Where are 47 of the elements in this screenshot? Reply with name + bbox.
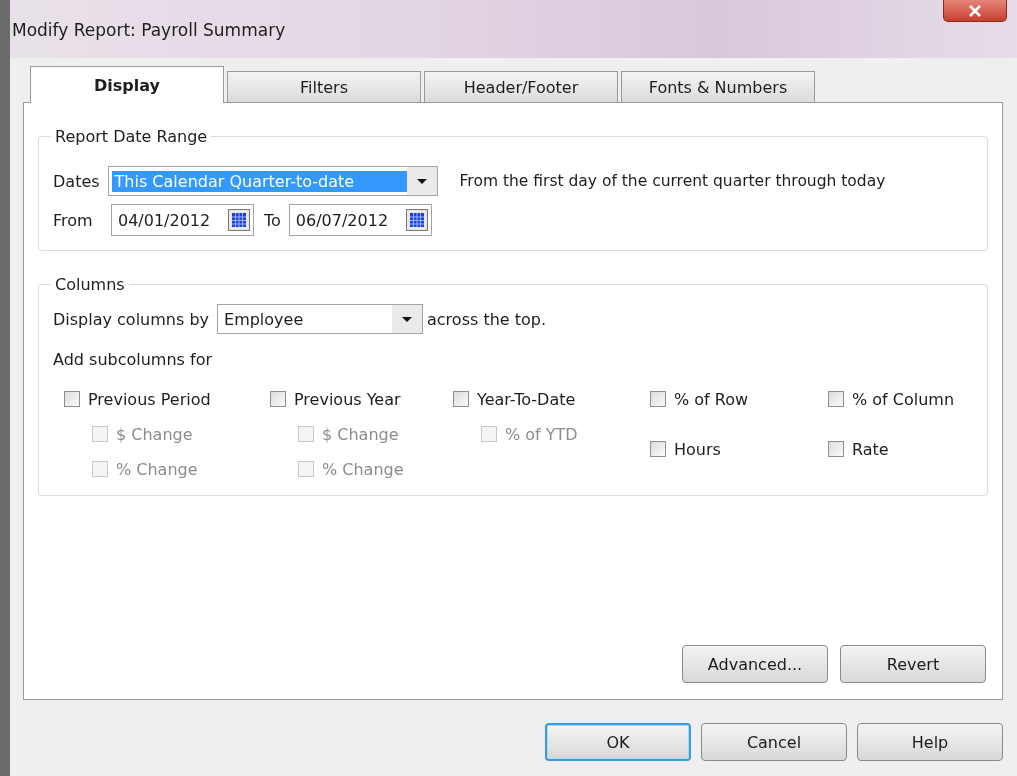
close-icon xyxy=(968,4,982,17)
checkbox-label: Previous Year xyxy=(294,389,401,409)
tab[interactable]: Fonts & Numbers xyxy=(621,71,815,102)
window-title: Modify Report: Payroll Summary xyxy=(12,20,286,40)
range-description: From the first day of the current quarter through today xyxy=(459,172,886,190)
dialog-button[interactable]: Help xyxy=(857,723,1003,761)
panel-button[interactable]: Advanced... xyxy=(682,645,828,683)
checkbox[interactable] xyxy=(64,391,80,407)
group-label: Columns xyxy=(54,275,126,294)
field-label: across the top. xyxy=(427,309,547,329)
tab[interactable]: Filters xyxy=(227,71,421,102)
field-label: From xyxy=(53,210,94,230)
checkbox[interactable] xyxy=(828,441,844,457)
dialog-button[interactable]: OK xyxy=(545,723,691,761)
close-button[interactable] xyxy=(943,0,1007,22)
tab[interactable]: Display xyxy=(30,66,224,103)
field-label: Dates xyxy=(53,171,100,191)
tab[interactable]: Header/Footer xyxy=(424,71,618,102)
field-label: To xyxy=(264,210,281,230)
date-field[interactable]: 06/07/2012 xyxy=(288,204,432,236)
checkbox[interactable] xyxy=(828,391,844,407)
checkbox-label: Year-To-Date xyxy=(477,389,576,409)
checkbox-label: % of YTD xyxy=(505,424,578,444)
checkbox-label: $ Change xyxy=(116,424,193,444)
section-label: Add subcolumns for xyxy=(53,350,212,369)
caret-icon[interactable] xyxy=(392,305,422,333)
checkbox-label: % Change xyxy=(322,459,404,479)
date-field[interactable]: 04/01/2012 xyxy=(111,204,254,236)
checkbox[interactable] xyxy=(453,391,469,407)
checkbox-label: Previous Period xyxy=(88,389,211,409)
dialog-button[interactable]: Cancel xyxy=(701,723,847,761)
checkbox[interactable] xyxy=(270,391,286,407)
columns-dropdown[interactable]: Employee xyxy=(217,304,423,334)
checkbox[interactable] xyxy=(650,441,666,457)
checkbox-label: % of Column xyxy=(852,389,955,409)
checkbox[interactable] xyxy=(650,391,666,407)
field-label: Display columns by xyxy=(53,309,209,329)
calendar-icon[interactable] xyxy=(405,209,428,231)
checkbox-label: $ Change xyxy=(322,424,399,444)
checkbox-label: % of Row xyxy=(674,389,749,409)
checkbox-label: % Change xyxy=(116,459,198,479)
calendar-icon[interactable] xyxy=(228,209,250,231)
panel-button[interactable]: Revert xyxy=(840,645,986,683)
checkbox-label: Hours xyxy=(674,439,721,459)
caret-icon[interactable] xyxy=(406,167,437,195)
checkbox-label: Rate xyxy=(852,439,889,459)
group-label: Report Date Range xyxy=(54,127,209,146)
